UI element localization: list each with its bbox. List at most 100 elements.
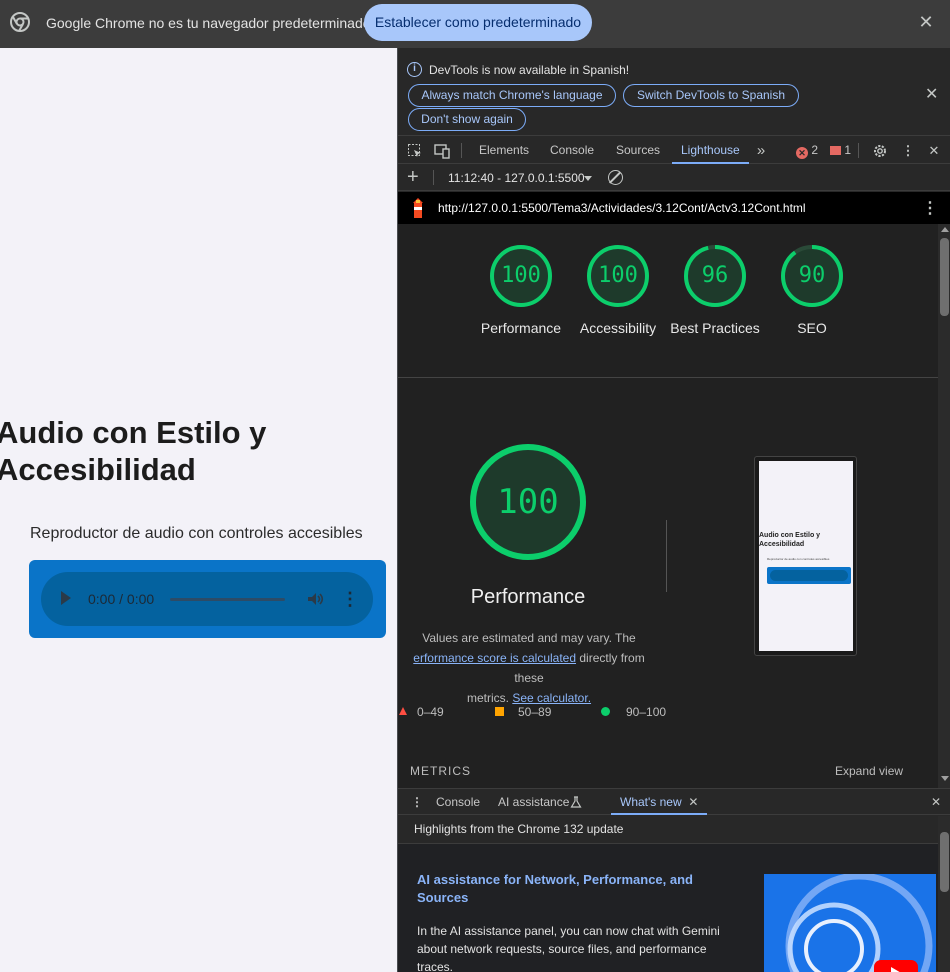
- performance-label: Performance: [480, 320, 562, 336]
- video-thumbnail[interactable]: [764, 874, 936, 972]
- accessibility-label: Accessibility: [579, 320, 657, 336]
- switch-to-spanish-button[interactable]: Switch DevTools to Spanish: [623, 84, 799, 107]
- drawer-tab-ai-assistance[interactable]: AI assistance: [498, 789, 569, 815]
- close-devtools-icon[interactable]: ✕: [926, 143, 942, 159]
- lighthouse-logo-icon: [413, 198, 423, 218]
- error-icon: ✕: [796, 147, 808, 159]
- section-divider: [398, 377, 938, 378]
- language-infobar: i DevTools is now available in Spanish! …: [398, 48, 950, 136]
- drawer-scroll-thumb[interactable]: [940, 832, 949, 892]
- drawer-menu-icon[interactable]: ⋮: [411, 789, 423, 815]
- toolbar-divider: [461, 143, 462, 158]
- best-practices-score: 96: [701, 263, 729, 288]
- score-calculated-link[interactable]: erformance score is calculated: [413, 651, 576, 665]
- vertical-divider: [666, 520, 667, 592]
- set-default-button[interactable]: Establecer como predeterminado: [364, 4, 592, 41]
- volume-icon[interactable]: [305, 589, 325, 609]
- inspect-element-icon[interactable]: [407, 143, 423, 159]
- scroll-up-icon[interactable]: [941, 227, 949, 232]
- drawer-scrollbar[interactable]: [938, 816, 950, 972]
- seo-score: 90: [798, 263, 826, 288]
- report-url-bar: http://127.0.0.1:5500/Tema3/Actividades/…: [398, 192, 950, 224]
- close-icon[interactable]: ✕: [925, 84, 938, 104]
- player-time: 0:00 / 0:00: [88, 591, 155, 607]
- seek-bar[interactable]: [170, 598, 285, 601]
- report-selector[interactable]: 11:12:40 - 127.0.0.1:5500: [448, 171, 585, 185]
- language-message: DevTools is now available in Spanish!: [429, 63, 630, 77]
- seo-gauge[interactable]: 90: [780, 244, 844, 308]
- devtools-panel: i DevTools is now available in Spanish! …: [397, 48, 950, 972]
- whats-new-panel: Highlights from the Chrome 132 update AI…: [398, 816, 950, 972]
- toolbar-divider: [433, 170, 434, 185]
- audio-player-container: 0:00 / 0:00 ⋮: [29, 560, 386, 638]
- seo-label: SEO: [797, 320, 827, 336]
- lighthouse-report: 100 Performance 100 Accessibility 96 Bes…: [398, 224, 938, 788]
- performance-note: Values are estimated and may vary. The e…: [398, 628, 660, 708]
- web-page: Audio con Estilo y Accesibilidad Reprodu…: [0, 48, 397, 972]
- kebab-menu-icon[interactable]: ⋮: [900, 143, 916, 159]
- drawer-tab-console[interactable]: Console: [436, 789, 480, 815]
- issues-count: 1: [844, 143, 852, 157]
- screenshot-subtitle: Reproductor de audio con controles acces…: [767, 557, 830, 561]
- issues-badge[interactable]: 1: [830, 137, 851, 164]
- more-options-icon[interactable]: ⋮: [341, 589, 359, 609]
- main-performance-title: Performance: [470, 586, 586, 608]
- metrics-heading: METRICS: [410, 764, 471, 778]
- accessibility-gauge[interactable]: 100: [586, 244, 650, 308]
- page-title: Audio con Estilo y Accesibilidad: [0, 415, 267, 487]
- tab-console[interactable]: Console: [550, 137, 594, 164]
- chrome-icon: [10, 12, 30, 32]
- video-thumbnail-art: [764, 874, 936, 972]
- scroll-down-icon[interactable]: [941, 776, 949, 781]
- dont-show-again-button[interactable]: Don't show again: [408, 108, 526, 131]
- legend-average-label: 50–89: [518, 705, 552, 719]
- scroll-thumb[interactable]: [940, 238, 949, 316]
- close-drawer-icon[interactable]: ✕: [931, 789, 941, 815]
- settings-gear-icon[interactable]: [872, 143, 888, 159]
- feature-card-text: In the AI assistance panel, you can now …: [417, 924, 720, 972]
- performance-score: 100: [501, 263, 541, 288]
- chevron-down-icon[interactable]: [584, 176, 592, 181]
- accessibility-score: 100: [598, 263, 638, 288]
- device-toolbar-icon[interactable]: [434, 143, 450, 159]
- best-practices-gauge[interactable]: 96: [683, 244, 747, 308]
- note-line-3: metrics.: [466, 691, 513, 705]
- legend-pass-label: 90–100: [626, 705, 667, 719]
- see-calculator-link[interactable]: See calculator.: [512, 691, 591, 705]
- tab-lighthouse[interactable]: Lighthouse: [672, 137, 749, 164]
- errors-badge[interactable]: ✕ 2: [796, 137, 818, 164]
- page-subtitle: Reproductor de audio con controles acces…: [30, 525, 363, 542]
- final-screenshot-thumbnail[interactable]: Audio con Estilo y Accesibilidad Reprodu…: [754, 456, 857, 656]
- toolbar-divider: [858, 143, 859, 158]
- issue-icon: [830, 146, 841, 155]
- report-scrollbar[interactable]: [938, 224, 950, 788]
- tab-elements[interactable]: Elements: [479, 137, 529, 164]
- performance-gauge[interactable]: 100: [489, 244, 553, 308]
- screenshot-title: Audio con Estilo y Accesibilidad: [759, 532, 821, 548]
- audio-player: 0:00 / 0:00 ⋮: [41, 572, 373, 626]
- close-tab-icon[interactable]: ✕: [688, 795, 698, 809]
- tab-sources[interactable]: Sources: [616, 137, 660, 164]
- more-tabs-icon[interactable]: »: [753, 143, 769, 159]
- report-menu-icon[interactable]: ⋮: [922, 198, 938, 218]
- default-browser-infobar: Google Chrome no es tu navegador predete…: [0, 0, 950, 48]
- close-icon[interactable]: ✕: [916, 12, 936, 32]
- screenshot-screen: Audio con Estilo y Accesibilidad Reprodu…: [759, 461, 853, 651]
- always-match-language-button[interactable]: Always match Chrome's language: [408, 84, 616, 107]
- fail-triangle-icon: [399, 707, 407, 715]
- legend-fail-label: 0–49: [417, 705, 444, 719]
- flask-icon: [570, 796, 582, 808]
- note-line-1: Values are estimated and may vary. The: [422, 631, 636, 645]
- play-icon[interactable]: [61, 591, 71, 605]
- pass-circle-icon: [601, 707, 610, 716]
- feature-card-title[interactable]: AI assistance for Network, Performance, …: [417, 871, 737, 907]
- report-url[interactable]: http://127.0.0.1:5500/Tema3/Actividades/…: [438, 201, 806, 215]
- screenshot-player: [767, 567, 851, 584]
- devtools-tabbar: Elements Console Sources Lighthouse » ✕ …: [398, 137, 950, 164]
- clear-reports-icon[interactable]: [608, 170, 623, 185]
- average-square-icon: [495, 707, 504, 716]
- drawer-tab-whats-new[interactable]: What's new ✕: [611, 789, 708, 815]
- main-performance-gauge: 100: [468, 442, 588, 562]
- new-report-icon[interactable]: +: [407, 167, 419, 187]
- expand-view-button[interactable]: Expand view: [835, 764, 903, 778]
